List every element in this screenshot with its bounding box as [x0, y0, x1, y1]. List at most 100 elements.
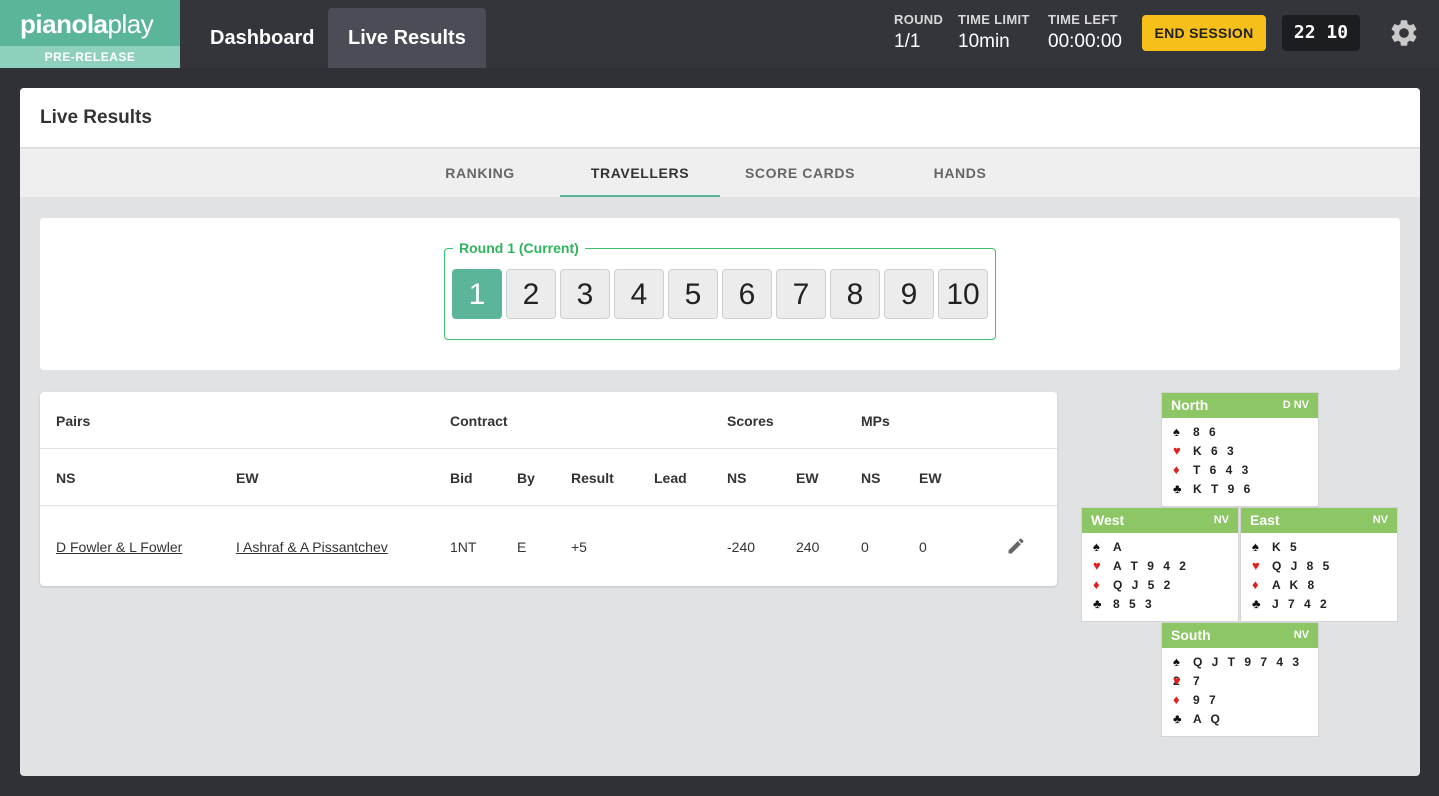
time-limit-stat: TIME LIMIT 10min [958, 12, 1030, 53]
south-hearts: ♥ 7 [1173, 673, 1203, 688]
by-value: E [517, 539, 527, 555]
bid-value: 1NT [450, 539, 477, 555]
heart-icon: ♥ [1093, 558, 1101, 573]
south-diamonds: ♦ 9 7 [1173, 692, 1219, 707]
travellers-table: Pairs Contract Scores MPs NS EW Bid By R… [40, 392, 1057, 586]
board-button-10[interactable]: 10 [938, 269, 988, 319]
club-icon: ♣ [1173, 711, 1182, 726]
hand-south-header: South NV [1162, 623, 1318, 648]
board-button-9[interactable]: 9 [884, 269, 934, 319]
result-value: +5 [571, 539, 587, 555]
club-icon: ♣ [1093, 596, 1102, 611]
col-ns: NS [56, 470, 76, 486]
hand-south: South NV ♠ Q J T 9 7 4 3 2 ♥ 7 ♦ 9 7 ♣ A Q [1161, 622, 1319, 737]
north-diamonds: ♦ T 6 4 3 [1173, 462, 1252, 477]
ew-pair-link[interactable]: I Ashraf & A Pissantchev [236, 539, 388, 555]
col-ew: EW [236, 470, 259, 486]
club-icon: ♣ [1173, 481, 1182, 496]
hand-west-vulnerability: NV [1213, 514, 1229, 526]
gear-icon[interactable] [1388, 17, 1420, 49]
hand-north-header: North D NV [1162, 393, 1318, 418]
table-group-header: Pairs Contract Scores MPs [40, 392, 1057, 449]
clock-display: 22 10 [1282, 15, 1360, 51]
time-left-value: 00:00:00 [1048, 31, 1122, 52]
pencil-icon[interactable] [1006, 536, 1026, 556]
app-logo[interactable]: pianolaplay PRE-RELEASE [0, 0, 180, 68]
east-clubs: ♣ J 7 4 2 [1252, 596, 1330, 611]
round-selector-card: Round 1 (Current) 1 2 3 4 5 6 7 8 9 10 [40, 218, 1400, 370]
east-diamonds: ♦ A K 8 [1252, 577, 1318, 592]
east-hearts: ♥ Q J 8 5 [1252, 558, 1333, 573]
score-ew-value: 240 [796, 539, 820, 555]
diamond-icon: ♦ [1173, 462, 1180, 477]
end-session-button[interactable]: END SESSION [1142, 15, 1266, 51]
col-score-ew: EW [796, 470, 819, 486]
header-mps: MPs [861, 413, 890, 429]
spade-icon: ♠ [1252, 539, 1259, 554]
hand-south-name: South [1171, 627, 1211, 643]
time-left-label: TIME LEFT [1048, 12, 1118, 27]
tab-bar: RANKING TRAVELLERS SCORE CARDS HANDS [20, 149, 1420, 197]
time-limit-value: 10min [958, 31, 1010, 52]
col-result: Result [571, 470, 614, 486]
south-spades: ♠ Q J T 9 7 4 3 2 [1173, 654, 1303, 688]
tab-hands[interactable]: HANDS [880, 149, 1040, 197]
time-limit-label: TIME LIMIT [958, 12, 1030, 27]
west-spades: ♠ A [1093, 539, 1125, 554]
board-button-1[interactable]: 1 [452, 269, 502, 319]
table-column-header: NS EW Bid By Result Lead NS EW NS EW [40, 449, 1057, 506]
tab-ranking[interactable]: RANKING [400, 149, 560, 197]
round-label: ROUND [894, 12, 944, 27]
spade-icon: ♠ [1173, 654, 1180, 669]
hand-east: East NV ♠ K 5 ♥ Q J 8 5 ♦ A K 8 ♣ J 7 4 2 [1240, 507, 1398, 622]
round-value: 1/1 [894, 31, 921, 52]
col-by: By [517, 470, 535, 486]
north-clubs: ♣ K T 9 6 [1173, 481, 1254, 496]
hand-east-header: East NV [1241, 508, 1397, 533]
hand-east-name: East [1250, 512, 1280, 528]
logo-text: pianolaplay [20, 9, 154, 39]
tab-travellers[interactable]: TRAVELLERS [560, 149, 720, 197]
spade-icon: ♠ [1093, 539, 1100, 554]
west-clubs: ♣ 8 5 3 [1093, 596, 1155, 611]
page-title: Live Results [40, 107, 152, 128]
col-lead: Lead [654, 470, 687, 486]
board-button-2[interactable]: 2 [506, 269, 556, 319]
board-button-3[interactable]: 3 [560, 269, 610, 319]
score-ns-value: -240 [727, 539, 756, 555]
diamond-icon: ♦ [1173, 692, 1180, 707]
time-left-stat: TIME LEFT 00:00:00 [1048, 12, 1122, 53]
ns-pair-link[interactable]: D Fowler & L Fowler [56, 539, 182, 555]
hand-north-name: North [1171, 397, 1209, 413]
board-button-5[interactable]: 5 [668, 269, 718, 319]
south-clubs: ♣ A Q [1173, 711, 1223, 726]
round-selector: Round 1 (Current) 1 2 3 4 5 6 7 8 9 10 [444, 240, 996, 340]
north-hearts: ♥ K 6 3 [1173, 443, 1237, 458]
board-button-7[interactable]: 7 [776, 269, 826, 319]
col-score-ns: NS [727, 470, 747, 486]
header-pairs: Pairs [56, 413, 91, 429]
east-spades: ♠ K 5 [1252, 539, 1300, 554]
board-button-8[interactable]: 8 [830, 269, 880, 319]
hand-west: West NV ♠ A ♥ A T 9 4 2 ♦ Q J 5 2 ♣ 8 5 3 [1081, 507, 1239, 622]
tab-score-cards[interactable]: SCORE CARDS [720, 149, 880, 197]
nav-live-results[interactable]: Live Results [328, 8, 486, 68]
west-hearts: ♥ A T 9 4 2 [1093, 558, 1189, 573]
diamond-icon: ♦ [1093, 577, 1100, 592]
club-icon: ♣ [1252, 596, 1261, 611]
hand-west-header: West NV [1082, 508, 1238, 533]
table-row: D Fowler & L Fowler I Ashraf & A Pissant… [40, 506, 1057, 586]
mp-ew-value: 0 [919, 539, 927, 555]
round-stat: ROUND 1/1 [894, 12, 943, 53]
round-legend: Round 1 (Current) [453, 240, 585, 256]
top-bar: pianolaplay PRE-RELEASE Dashboard Live R… [0, 0, 1439, 68]
board-button-6[interactable]: 6 [722, 269, 772, 319]
panel-header: Live Results [20, 88, 1420, 148]
col-bid: Bid [450, 470, 473, 486]
col-mp-ns: NS [861, 470, 881, 486]
nav-dashboard[interactable]: Dashboard [190, 8, 334, 68]
board-button-4[interactable]: 4 [614, 269, 664, 319]
hand-north: North D NV ♠ 8 6 ♥ K 6 3 ♦ T 6 4 3 ♣ K T 9 6 [1161, 392, 1319, 507]
hand-south-vulnerability: NV [1293, 629, 1309, 641]
heart-icon: ♥ [1173, 443, 1181, 458]
